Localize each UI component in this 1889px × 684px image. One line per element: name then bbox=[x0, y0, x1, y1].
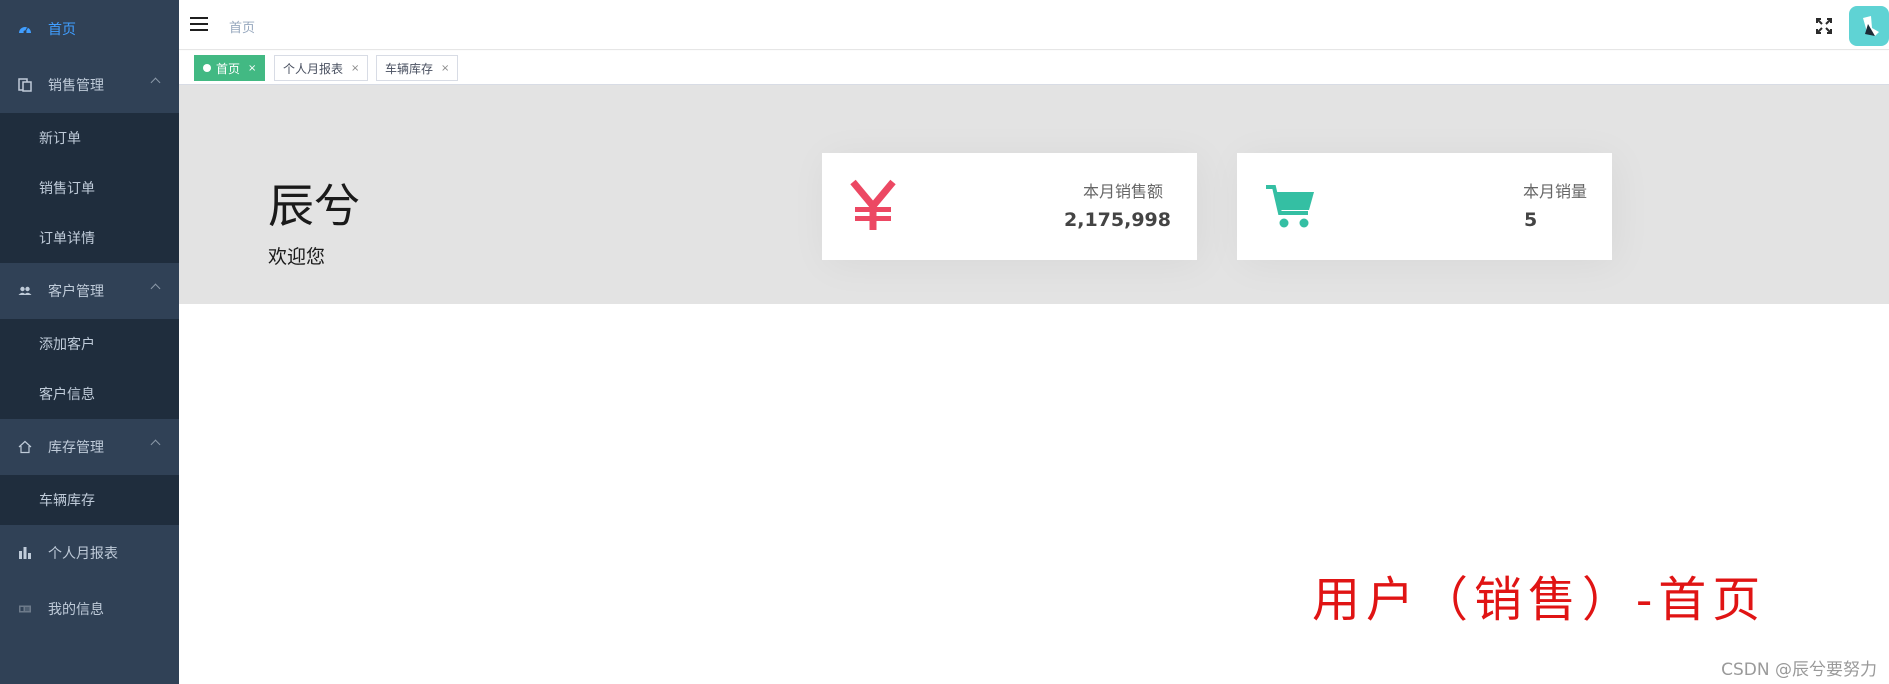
breadcrumb[interactable]: 首页 bbox=[229, 17, 255, 36]
welcome-text: 欢迎您 bbox=[268, 246, 326, 268]
chevron-up-icon bbox=[150, 439, 161, 450]
avatar[interactable] bbox=[1849, 6, 1889, 46]
card-value: 2,175,998 bbox=[1064, 209, 1171, 231]
sidebar-item-home[interactable]: 首页 bbox=[0, 1, 179, 57]
sidebar-item-label: 我的信息 bbox=[48, 602, 104, 618]
sidebar-item-label: 首页 bbox=[48, 22, 76, 38]
chevron-up-icon bbox=[150, 77, 161, 88]
id-card-icon bbox=[18, 602, 32, 616]
sidebar-item-label: 个人月报表 bbox=[48, 546, 118, 562]
document-icon bbox=[18, 78, 32, 92]
sidebar-item-vehicle-inventory[interactable]: 车辆库存 bbox=[0, 475, 179, 525]
welcome-banner: 辰兮 欢迎您 本月销售额 2,175,998 本月销量 5 bbox=[179, 85, 1889, 304]
tag-vehicle-inventory[interactable]: 车辆库存 × bbox=[376, 55, 459, 81]
sidebar-item-label: 销售管理 bbox=[48, 78, 104, 94]
bar-chart-icon bbox=[18, 546, 32, 560]
page-annotation: 用户（销售）-首页 bbox=[1312, 572, 1767, 628]
card-label: 本月销量 bbox=[1522, 182, 1587, 201]
tag-home[interactable]: 首页 × bbox=[194, 55, 266, 81]
fullscreen-icon[interactable] bbox=[1815, 17, 1833, 35]
submenu-customers: 添加客户 客户信息 bbox=[0, 319, 179, 419]
sidebar-item-sales-orders[interactable]: 销售订单 bbox=[0, 163, 179, 213]
sidebar-item-order-details[interactable]: 订单详情 bbox=[0, 213, 179, 263]
watermark: CSDN @辰兮要努力 bbox=[1721, 660, 1877, 680]
sidebar-item-sales[interactable]: 销售管理 bbox=[0, 57, 179, 113]
dashboard-icon bbox=[18, 22, 32, 36]
sidebar-item-add-customer[interactable]: 添加客户 bbox=[0, 319, 179, 369]
tag-label: 个人月报表 bbox=[283, 61, 344, 76]
top-navbar: 首页 bbox=[179, 0, 1889, 50]
yen-icon bbox=[849, 178, 897, 236]
chevron-up-icon bbox=[150, 283, 161, 294]
submenu-sales: 新订单 销售订单 订单详情 bbox=[0, 113, 179, 263]
active-dot-icon bbox=[203, 64, 211, 72]
sidebar-item-monthly-report[interactable]: 个人月报表 bbox=[0, 525, 179, 581]
sidebar-item-label: 库存管理 bbox=[48, 440, 104, 456]
close-icon[interactable]: × bbox=[248, 63, 256, 74]
sidebar-item-my-info[interactable]: 我的信息 bbox=[0, 581, 179, 637]
sidebar-item-customer-info[interactable]: 客户信息 bbox=[0, 369, 179, 419]
users-icon bbox=[18, 284, 32, 298]
card-value: 5 bbox=[1524, 209, 1538, 231]
monthly-sales-amount-card[interactable]: 本月销售额 2,175,998 bbox=[822, 153, 1197, 260]
sidebar-item-new-order[interactable]: 新订单 bbox=[0, 113, 179, 163]
tag-label: 首页 bbox=[216, 61, 241, 76]
monthly-sales-volume-card[interactable]: 本月销量 5 bbox=[1237, 153, 1612, 260]
sidebar: 首页 销售管理 新订单 销售订单 订单详情 客户管理 添加客户 客户信息 库存管… bbox=[0, 0, 179, 684]
hamburger-icon[interactable] bbox=[190, 17, 208, 31]
home-icon bbox=[18, 440, 32, 454]
tags-view: 首页 × 个人月报表 × 车辆库存 × bbox=[179, 51, 1889, 85]
submenu-inventory: 车辆库存 bbox=[0, 475, 179, 525]
close-icon[interactable]: × bbox=[351, 63, 359, 74]
card-label: 本月销售额 bbox=[1082, 182, 1163, 201]
sidebar-item-inventory[interactable]: 库存管理 bbox=[0, 419, 179, 475]
tag-monthly-report[interactable]: 个人月报表 × bbox=[274, 55, 369, 81]
close-icon[interactable]: × bbox=[441, 63, 449, 74]
sidebar-item-customers[interactable]: 客户管理 bbox=[0, 263, 179, 319]
cart-icon bbox=[1264, 183, 1316, 235]
tag-label: 车辆库存 bbox=[385, 61, 434, 76]
sidebar-item-label: 客户管理 bbox=[48, 284, 104, 300]
user-name: 辰兮 bbox=[268, 179, 360, 233]
